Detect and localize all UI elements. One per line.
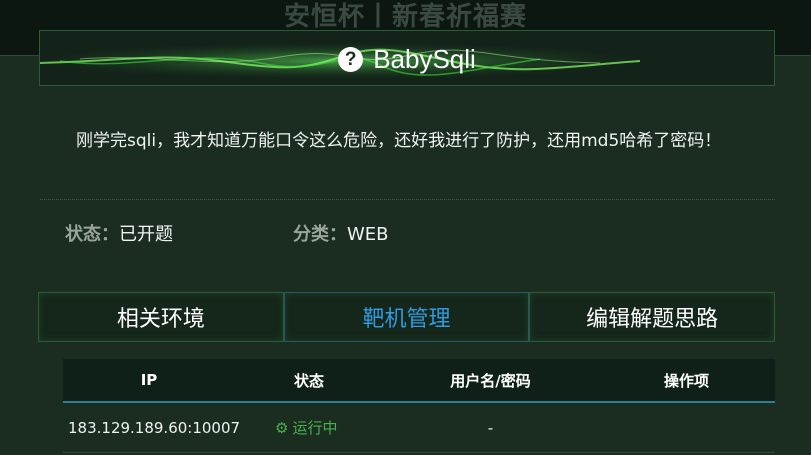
challenge-title-row: ? BabySqli xyxy=(40,31,774,85)
tab-environment[interactable]: 相关环境 xyxy=(38,292,284,342)
cell-ip[interactable]: 183.129.189.60:10007 xyxy=(63,419,240,437)
status-label: 状态： xyxy=(65,224,119,245)
target-table: IP 状态 用户名/密码 操作项 183.129.189.60:10007 ⚙ 运… xyxy=(63,359,775,453)
challenge-title: BabySqli xyxy=(373,43,476,74)
category-info: 分类：WEB xyxy=(293,222,389,248)
category-value: WEB xyxy=(347,224,389,245)
column-header-actions: 操作项 xyxy=(663,371,709,390)
column-header-credentials: 用户名/密码 xyxy=(450,371,531,390)
tab-target-management[interactable]: 靶机管理 xyxy=(283,292,530,342)
table-header: IP 状态 用户名/密码 操作项 xyxy=(63,359,775,403)
challenge-header: ? BabySqli xyxy=(39,30,775,86)
divider xyxy=(40,199,775,200)
cell-status: ⚙ 运行中 xyxy=(235,417,383,438)
status-info: 状态：已开题 xyxy=(65,222,173,248)
cell-credentials: - xyxy=(487,418,494,437)
column-header-status: 状态 xyxy=(293,371,324,390)
background-title: 安恒杯丨新春祈福赛 xyxy=(283,2,527,32)
status-value: 已开题 xyxy=(119,224,173,245)
category-label: 分类： xyxy=(293,224,347,245)
column-header-ip: IP xyxy=(140,371,158,389)
table-row: 183.129.189.60:10007 ⚙ 运行中 - xyxy=(63,403,775,453)
tab-edit-writeup[interactable]: 编辑解题思路 xyxy=(529,292,776,342)
help-circle-icon[interactable]: ? xyxy=(338,46,364,72)
status-text: 运行中 xyxy=(292,419,338,437)
tab-bar: 相关环境 靶机管理 编辑解题思路 xyxy=(38,292,776,342)
gear-icon: ⚙ xyxy=(275,419,289,437)
challenge-description: 刚学完sqli，我才知道万能口令这么危险，还好我进行了防护，还用md5哈希了密码… xyxy=(76,131,722,151)
